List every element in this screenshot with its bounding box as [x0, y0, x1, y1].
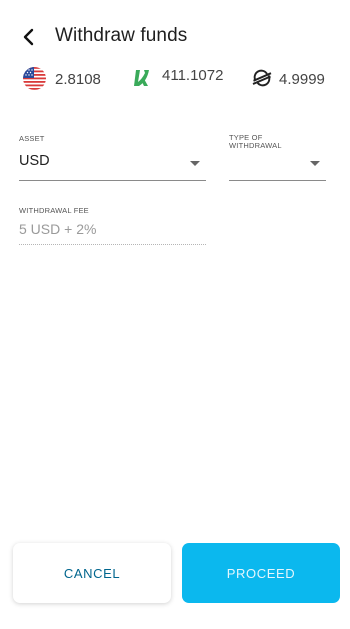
withdrawal-type-label: TYPE OF WITHDRAWAL — [229, 134, 282, 150]
withdrawal-fee-value: 5 USD + 2% — [19, 221, 97, 237]
balance-stellar-amount: 4.9999 — [279, 70, 325, 88]
chevron-down-icon — [190, 161, 200, 166]
balance-stellar[interactable]: 4.9999 — [251, 62, 325, 94]
balance-token[interactable]: 411.1072 — [131, 62, 223, 94]
withdrawal-fee-underline — [19, 244, 206, 245]
chevron-down-icon — [310, 161, 320, 166]
balance-token-amount: 411.1072 — [162, 66, 224, 84]
balance-usd-amount: 2.8108 — [55, 70, 101, 88]
asset-value: USD — [19, 153, 50, 169]
back-button[interactable] — [18, 26, 40, 48]
withdrawal-type-select[interactable] — [229, 153, 326, 181]
green-x-logo-icon — [134, 70, 149, 86]
stellar-icon — [252, 69, 272, 87]
withdrawal-type-label-line2: WITHDRAWAL — [229, 141, 282, 150]
us-flag-icon — [23, 66, 46, 90]
chevron-left-icon — [23, 28, 34, 46]
balances-row: 2.8108 411.1072 4.9999 — [0, 62, 350, 94]
asset-label: ASSET — [19, 134, 45, 143]
balance-usd[interactable]: 2.8108 — [23, 62, 101, 94]
withdraw-funds-screen: Withdraw funds 2.8108 411.1072 4.9999 AS… — [0, 0, 350, 629]
header: Withdraw funds — [0, 20, 350, 54]
proceed-button[interactable]: PROCEED — [182, 543, 340, 603]
asset-select[interactable]: USD — [19, 153, 206, 181]
withdrawal-fee-label: WITHDRAWAL FEE — [19, 206, 89, 215]
cancel-button[interactable]: CANCEL — [13, 543, 171, 603]
page-title: Withdraw funds — [55, 25, 188, 46]
